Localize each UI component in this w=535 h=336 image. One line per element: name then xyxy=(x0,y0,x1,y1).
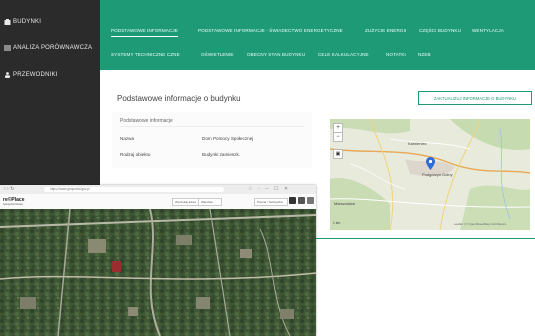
tab-nzeb[interactable]: NZEB xyxy=(418,52,431,57)
fullscreen-icon[interactable] xyxy=(298,197,305,204)
sidebar-item-analiza[interactable]: ANALIZA PORÓWNAWCZA xyxy=(4,45,92,51)
tools-select[interactable]: Pomiar / Narzędzia xyxy=(254,198,288,206)
location-map[interactable]: + − ▣ Kamieniec Podgórzyn Dolny Marszowi… xyxy=(330,119,530,230)
map-label: Kamieniec xyxy=(408,141,427,146)
browser-window: ‹ › ↻ https://www.geoportal.gov.pl ☆ ◦ ─… xyxy=(0,185,316,336)
tab-zuzycie-energii[interactable]: ZUŻYCIE ENERGII xyxy=(365,28,406,33)
layer-select[interactable]: Warstwa xyxy=(198,198,222,206)
field-value-type: Budynki zamieszk. xyxy=(202,152,241,157)
sidebar-item-budynki[interactable]: BUDYNKI xyxy=(4,19,41,25)
map-label: Marszowice xyxy=(334,201,356,206)
people-icon xyxy=(5,72,10,78)
app-logo-subtitle: Geoportal Viewer xyxy=(3,203,23,206)
address-bar[interactable]: https://www.geoportal.gov.pl xyxy=(44,187,224,192)
tab-oswietlenie[interactable]: OŚWIETLENIE xyxy=(201,52,234,57)
page-title: Podstawowe informacje o budynku xyxy=(117,94,241,103)
sidebar-item-przewodniki[interactable]: PRZEWODNIKI xyxy=(4,72,58,78)
browser-titlebar: ‹ › ↻ https://www.geoportal.gov.pl ☆ ◦ ─… xyxy=(0,185,316,194)
menu-icon[interactable] xyxy=(307,197,314,204)
window-controls-icon[interactable]: ☆ ◦ ─ ☐ ✕ xyxy=(248,186,290,192)
search-address-field[interactable]: Wyszukaj adres xyxy=(172,198,200,206)
field-label-type: Rodzaj obiektu xyxy=(120,152,151,157)
update-building-button[interactable]: ZAKTUALIZUJ INFORMACJE O BUDYNKU xyxy=(418,91,532,105)
tab-swiadectwo-energetyczne[interactable]: PODSTAWOWE INFORMACJE - ŚWIADECTWO ENERG… xyxy=(198,28,343,33)
tab-podstawowe-informacje[interactable]: PODSTAWOWE INFORMACJE xyxy=(111,28,178,37)
tab-czesci-budynku[interactable]: CZĘŚCI BUDYNKU xyxy=(419,28,461,33)
sidebar-item-label: BUDYNKI xyxy=(13,19,42,25)
settings-icon[interactable] xyxy=(289,197,296,204)
sidebar-item-label: PRZEWODNIKI xyxy=(13,72,58,78)
tab-bar: PODSTAWOWE INFORMACJE PODSTAWOWE INFORMA… xyxy=(100,0,535,70)
zoom-out-button[interactable]: − xyxy=(333,132,343,142)
list-icon xyxy=(4,45,11,51)
tab-obecny-stan[interactable]: OBECNY STAN BUDYNKU xyxy=(247,52,305,57)
basic-info-card: Podstawowe informacje Nazwa Dom Pomocy S… xyxy=(112,112,312,168)
app-logo: re©Place Geoportal Viewer xyxy=(3,197,24,206)
browser-toolbar: re©Place Geoportal Viewer Wyszukaj adres… xyxy=(0,194,316,210)
card-subtitle: Podstawowe informacje xyxy=(120,118,173,124)
tab-notatki[interactable]: NOTATKI xyxy=(386,52,406,57)
aerial-imagery xyxy=(0,209,316,336)
tab-systemy-techniczne[interactable]: SYSTEMY TECHNICZNE CZNE xyxy=(111,52,180,57)
field-label-name: Nazwa xyxy=(120,136,135,141)
layers-icon[interactable]: ▣ xyxy=(333,149,343,159)
nav-arrows-icon[interactable]: ‹ › ↻ xyxy=(4,186,14,192)
field-value-name: Dom Pomocy Społecznej xyxy=(202,136,254,141)
sidebar-item-label: ANALIZA PORÓWNAWCZA xyxy=(13,45,93,51)
building-icon xyxy=(4,19,11,25)
tab-wentylacja[interactable]: WENTYLACJA xyxy=(472,28,504,33)
map-label: Podgórzyn Dolny xyxy=(422,172,453,177)
tab-cele-kalkulacyjne[interactable]: CELE KALKULACYJNE xyxy=(318,52,369,57)
map-pin-icon[interactable] xyxy=(426,157,435,170)
map-scale: 1 km xyxy=(333,221,341,225)
sidebar: BUDYNKI ANALIZA PORÓWNAWCZA PRZEWODNIKI xyxy=(0,0,100,188)
aerial-map[interactable] xyxy=(0,209,316,336)
map-attribution[interactable]: Leaflet | © OpenStreetMap contributors xyxy=(454,222,506,226)
divider xyxy=(120,126,304,127)
